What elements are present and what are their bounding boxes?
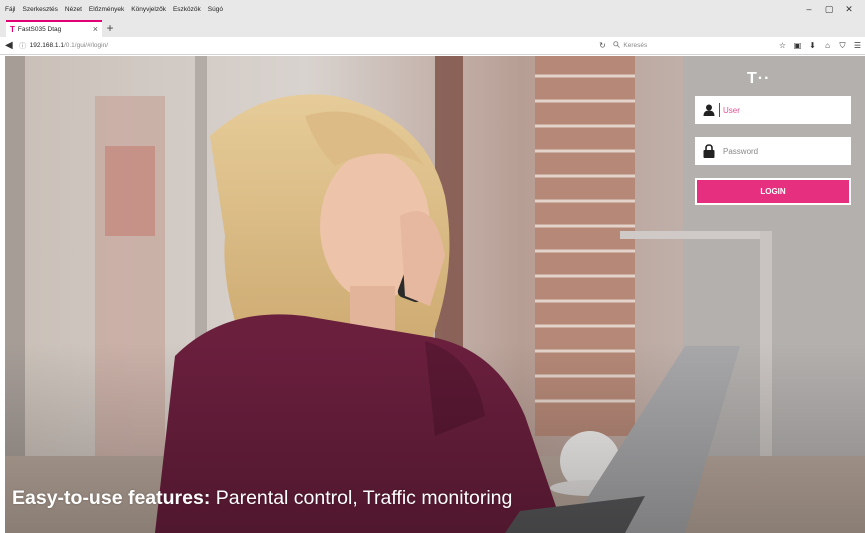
menu-help[interactable]: Súgó	[208, 6, 223, 13]
caption-bold: Easy-to-use features:	[12, 487, 211, 509]
menu-file[interactable]: Fájl	[5, 6, 15, 13]
search-bar[interactable]: Keresés	[609, 39, 775, 52]
caption-rest: Parental control, Traffic monitoring	[210, 487, 513, 509]
username-input[interactable]	[723, 105, 843, 115]
info-icon[interactable]: ⓘ	[18, 41, 28, 51]
search-placeholder: Keresés	[623, 42, 648, 49]
username-field[interactable]	[695, 96, 851, 124]
hamburger-menu-icon[interactable]: ☰	[850, 41, 865, 50]
url-bar[interactable]: 192.168.1.1/0.1/gui/#/login/	[28, 42, 596, 49]
login-panel: T·· LOGIN	[695, 56, 865, 226]
user-icon	[701, 104, 717, 116]
password-input[interactable]	[723, 146, 843, 156]
clipboard-icon[interactable]: ▣	[790, 41, 805, 50]
close-window-button[interactable]: ✕	[839, 4, 859, 15]
password-field[interactable]	[695, 137, 851, 165]
maximize-button[interactable]: ▢	[819, 4, 839, 15]
minimize-button[interactable]: –	[799, 4, 819, 14]
shield-icon[interactable]: ⛉	[835, 41, 850, 51]
bookmark-star-icon[interactable]: ☆	[775, 41, 790, 50]
feature-caption: Easy-to-use features: Parental control, …	[12, 487, 512, 510]
menu-edit[interactable]: Szerkesztés	[22, 6, 57, 13]
download-icon[interactable]: ⬇	[805, 41, 820, 50]
url-path: /0.1/gui/#/login/	[63, 42, 109, 49]
toolbar-icons: ☆ ▣ ⬇ ⌂ ⛉ ☰	[775, 41, 865, 51]
navigation-bar: ◀ ⓘ 192.168.1.1/0.1/gui/#/login/ ↻ Keres…	[0, 37, 865, 55]
menu-bookmarks[interactable]: Könyvjelzők	[131, 6, 166, 13]
text-caret	[719, 103, 720, 117]
telekom-favicon-icon: T	[10, 25, 15, 34]
tab-close-icon[interactable]: ×	[93, 24, 98, 34]
url-host: 192.168.1.1	[29, 42, 64, 49]
back-arrow-icon[interactable]: ◀	[0, 40, 18, 51]
menu-tools[interactable]: Eszközök	[173, 6, 201, 13]
search-icon	[613, 41, 621, 50]
menu-view[interactable]: Nézet	[65, 6, 82, 13]
tab-router-login[interactable]: T FastS035 Dtag ×	[6, 20, 102, 37]
tab-title: FastS035 Dtag	[17, 26, 62, 33]
menu-history[interactable]: Előzmények	[89, 6, 124, 13]
telekom-logo: T··	[747, 70, 771, 87]
new-tab-button[interactable]: +	[102, 20, 118, 37]
login-button[interactable]: LOGIN	[695, 178, 851, 205]
reload-icon[interactable]: ↻	[596, 41, 610, 50]
menu-bar: Fájl Szerkesztés Nézet Előzmények Könyvj…	[0, 0, 865, 18]
lock-icon	[701, 144, 717, 158]
tab-bar: T FastS035 Dtag × +	[0, 18, 865, 37]
window-controls: – ▢ ✕	[799, 0, 859, 18]
router-login-page: T·· LOGIN Easy-to-use features: Parental…	[5, 56, 865, 533]
home-icon[interactable]: ⌂	[820, 41, 835, 50]
